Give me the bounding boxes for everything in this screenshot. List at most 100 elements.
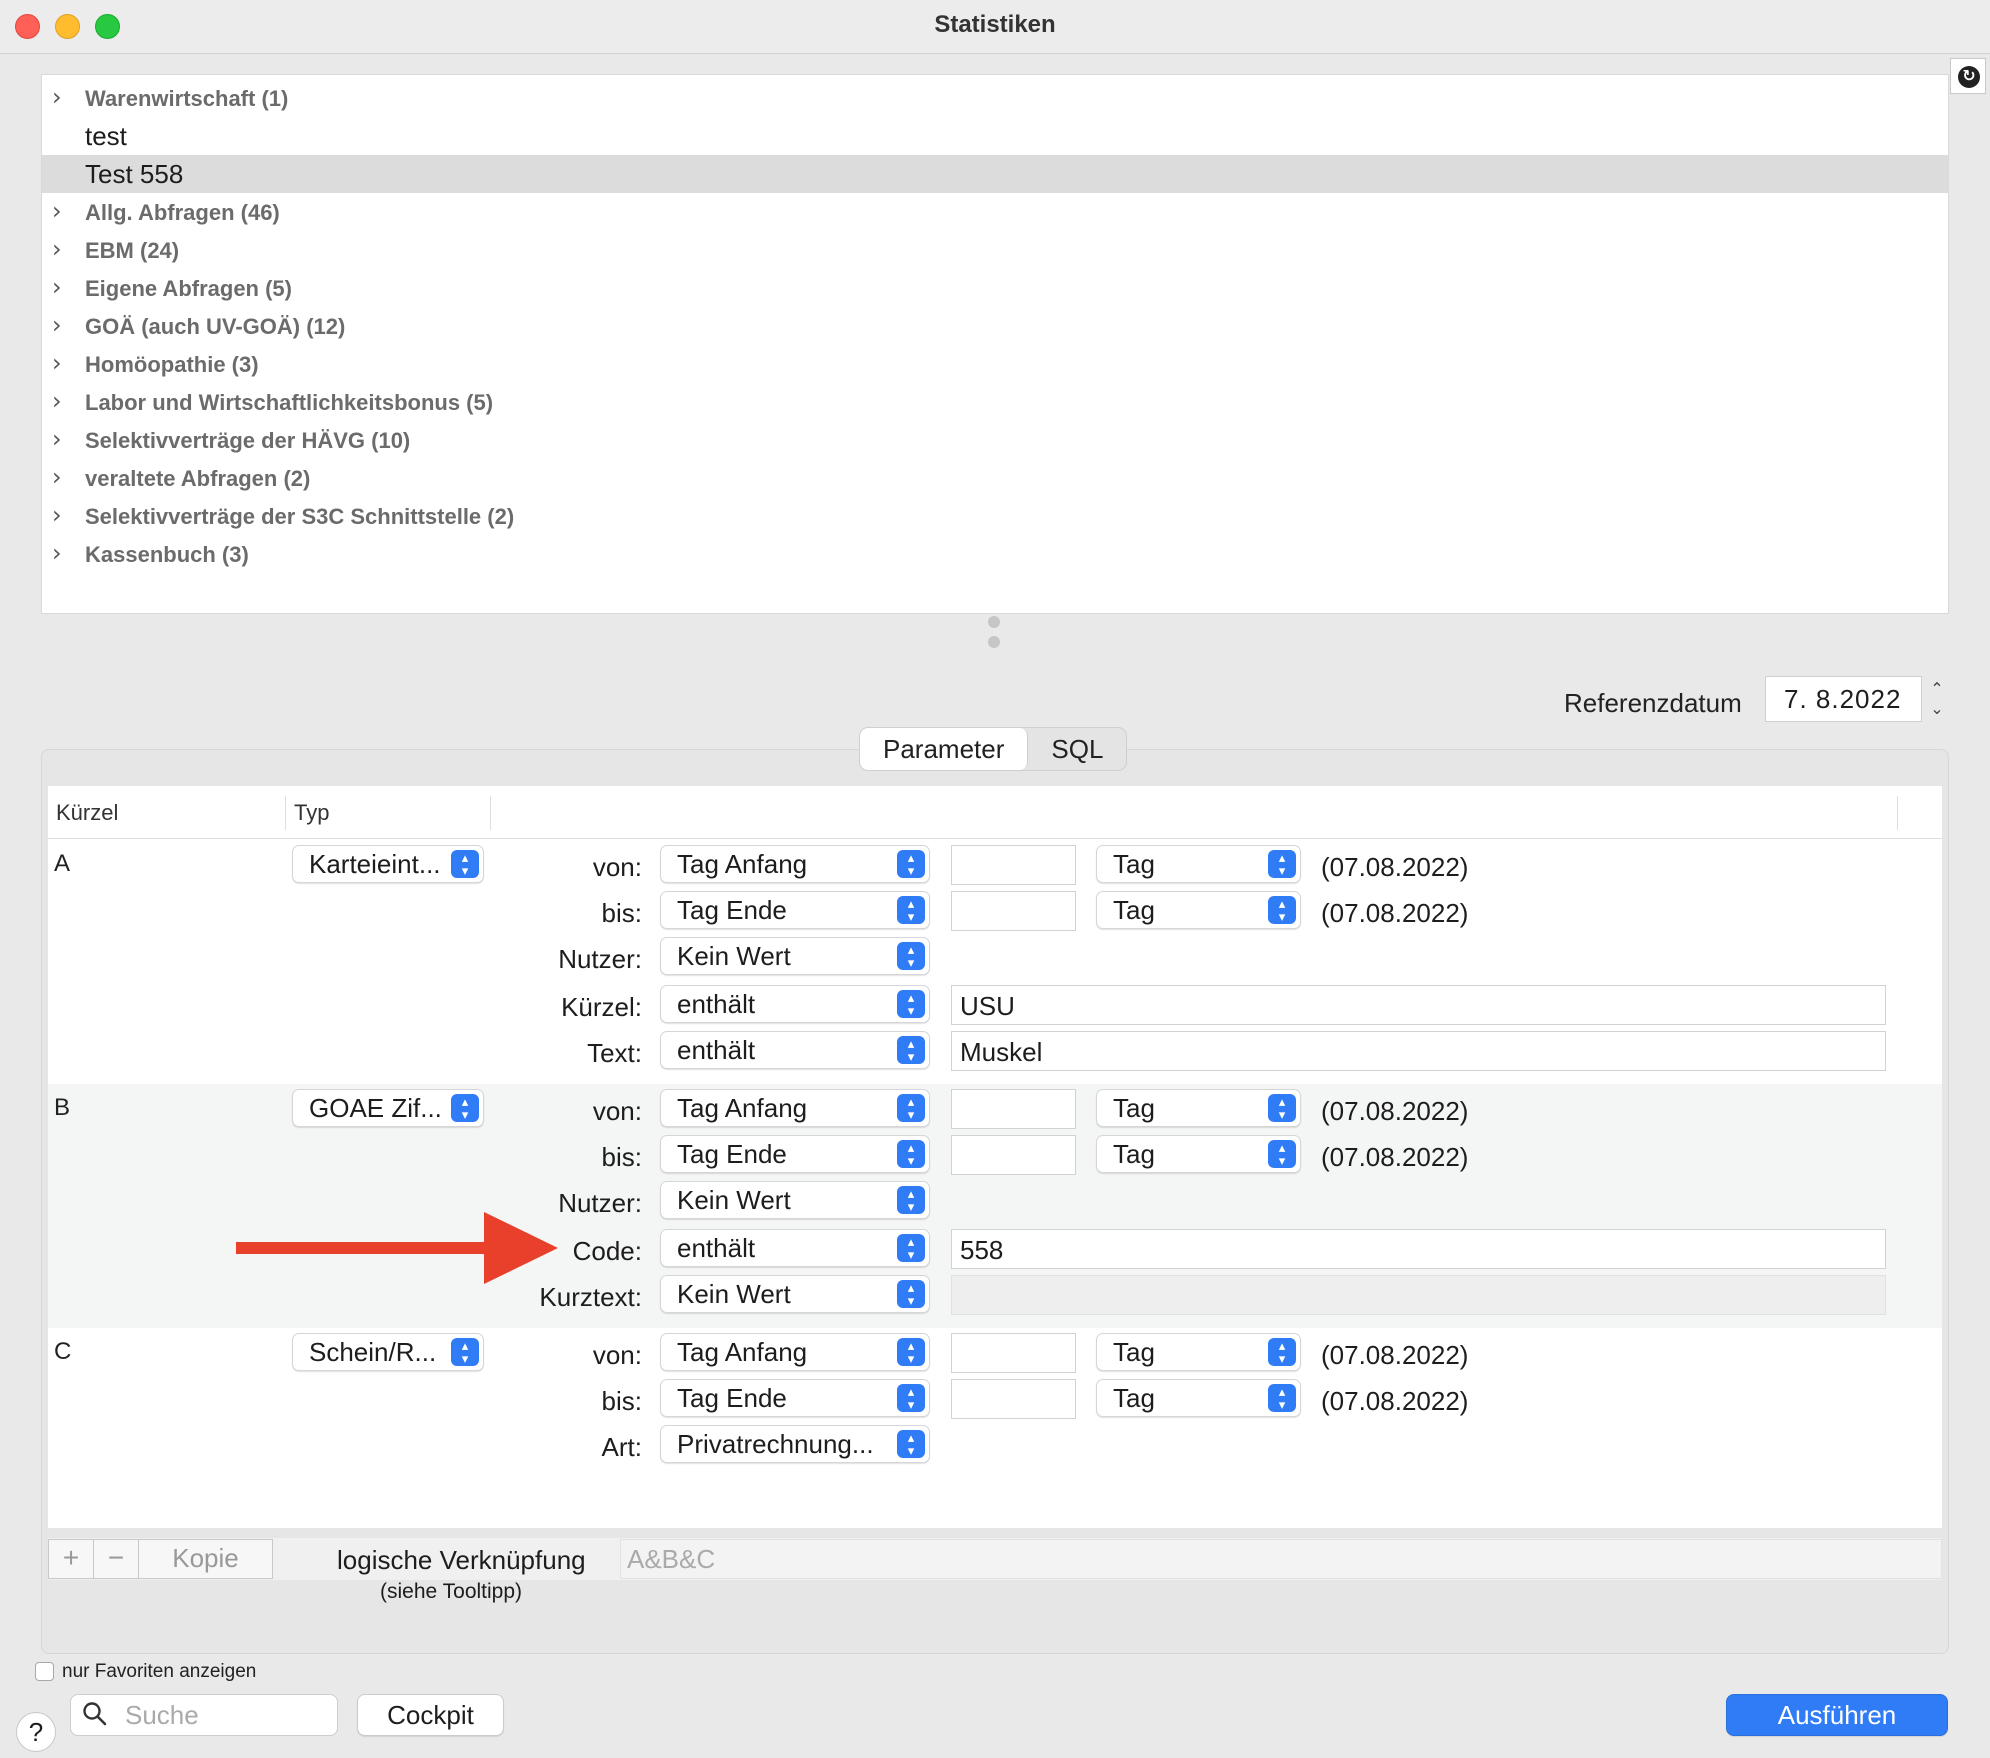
code-value-field[interactable]: 558: [951, 1229, 1886, 1269]
chevron-right-icon[interactable]: ›: [52, 387, 62, 415]
tab-parameter[interactable]: Parameter: [860, 728, 1029, 770]
unit-select[interactable]: Tag ▴ ▾: [1096, 845, 1301, 883]
tree-item-label: Labor und Wirtschaftlichkeitsbonus (5): [85, 390, 494, 415]
select-arrows-icon: ▴ ▾: [1268, 1338, 1296, 1366]
tree-item-warenwirtschaft[interactable]: › Warenwirtschaft (1): [42, 79, 1948, 117]
chevron-right-icon[interactable]: ›: [52, 273, 62, 301]
chevron-right-icon[interactable]: ›: [52, 539, 62, 567]
kurztext-operator-select[interactable]: Kein Wert ▴ ▾: [660, 1275, 930, 1313]
select-arrows-icon: ▴ ▾: [897, 1140, 925, 1168]
select-arrows-icon: ▴ ▾: [897, 896, 925, 924]
nutzer-select[interactable]: Kein Wert ▴ ▾: [660, 1181, 930, 1219]
tree-item-ebm[interactable]: › EBM (24): [42, 231, 1948, 269]
code-operator-select[interactable]: enthält ▴ ▾: [660, 1229, 930, 1267]
tree-item-veraltete[interactable]: › veraltete Abfragen (2): [42, 459, 1948, 497]
param-label: Kürzel:: [561, 992, 642, 1022]
offset-field[interactable]: [951, 1379, 1076, 1419]
column-header-typ[interactable]: Typ: [294, 800, 329, 826]
tree-item-haevg[interactable]: › Selektivverträge der HÄVG (10): [42, 421, 1948, 459]
offset-field[interactable]: [951, 891, 1076, 931]
unit-select[interactable]: Tag ▴ ▾: [1096, 891, 1301, 929]
splitter-handle[interactable]: [988, 636, 1000, 648]
tree-item-kassenbuch[interactable]: › Kassenbuch (3): [42, 535, 1948, 573]
chevron-right-icon[interactable]: ›: [52, 349, 62, 377]
offset-field[interactable]: [951, 1333, 1076, 1373]
resolved-date: (07.08.2022): [1321, 1142, 1469, 1172]
help-button[interactable]: ?: [16, 1712, 56, 1752]
param-label: von:: [592, 1096, 642, 1126]
tree-item-label: Allg. Abfragen (46): [85, 200, 280, 225]
chevron-right-icon[interactable]: ›: [52, 83, 62, 111]
chevron-right-icon[interactable]: ›: [52, 197, 62, 225]
tree-item-test[interactable]: test: [42, 117, 1948, 155]
kurztext-value-field: [951, 1275, 1886, 1315]
text-value-field[interactable]: Muskel: [951, 1031, 1886, 1071]
date-stepper[interactable]: ⌃ ⌄: [1924, 680, 1950, 724]
tree-item-label: EBM (24): [85, 238, 180, 263]
statistics-tree[interactable]: › Warenwirtschaft (1) test Test 558 › Al…: [41, 74, 1949, 614]
select-arrows-icon: ▴ ▾: [897, 1338, 925, 1366]
tree-item-label: Kassenbuch (3): [85, 542, 249, 567]
tree-item-eigene-abfragen[interactable]: › Eigene Abfragen (5): [42, 269, 1948, 307]
logic-label: logische Verknüpfung: [337, 1545, 586, 1575]
add-parameter-button[interactable]: +: [48, 1539, 94, 1579]
kuerzel-operator-select[interactable]: enthält ▴ ▾: [660, 985, 930, 1023]
tree-item-allg-abfragen[interactable]: › Allg. Abfragen (46): [42, 193, 1948, 231]
tab-sql[interactable]: SQL: [1028, 728, 1126, 770]
offset-field[interactable]: [951, 1089, 1076, 1129]
von-select[interactable]: Tag Anfang ▴ ▾: [660, 1333, 930, 1371]
unit-select[interactable]: Tag ▴ ▾: [1096, 1089, 1301, 1127]
run-button[interactable]: Ausführen: [1726, 1694, 1948, 1736]
text-operator-select[interactable]: enthält ▴ ▾: [660, 1031, 930, 1069]
tree-item-label: Selektivverträge der S3C Schnittstelle (…: [85, 504, 515, 529]
search-icon: [83, 1702, 107, 1726]
tree-item-test-558[interactable]: Test 558: [42, 155, 1948, 193]
select-arrows-icon: ▴ ▾: [897, 990, 925, 1018]
resolved-date: (07.08.2022): [1321, 852, 1469, 882]
select-arrows-icon: ▴ ▾: [897, 1094, 925, 1122]
refresh-button[interactable]: ↻: [1950, 58, 1986, 94]
group-key: C: [54, 1338, 72, 1365]
cockpit-button[interactable]: Cockpit: [357, 1694, 504, 1736]
annotation-arrow: [236, 1212, 558, 1284]
bis-select[interactable]: Tag Ende ▴ ▾: [660, 1135, 930, 1173]
refresh-icon: ↻: [1958, 66, 1980, 88]
favorites-checkbox[interactable]: [35, 1662, 54, 1681]
tree-item-s3c[interactable]: › Selektivverträge der S3C Schnittstelle…: [42, 497, 1948, 535]
tree-item-label: Test 558: [85, 159, 184, 189]
kuerzel-value-field[interactable]: USU: [951, 985, 1886, 1025]
search-input[interactable]: Suche: [70, 1694, 338, 1736]
chevron-right-icon[interactable]: ›: [52, 425, 62, 453]
bis-select[interactable]: Tag Ende ▴ ▾: [660, 891, 930, 929]
unit-select[interactable]: Tag ▴ ▾: [1096, 1135, 1301, 1173]
chevron-right-icon[interactable]: ›: [52, 501, 62, 529]
logic-expression-field[interactable]: A&B&C: [620, 1539, 1942, 1579]
copy-button[interactable]: Kopie: [138, 1539, 273, 1579]
param-label: Art:: [601, 1432, 642, 1462]
tree-item-label: Eigene Abfragen (5): [85, 276, 292, 301]
offset-field[interactable]: [951, 1135, 1076, 1175]
tree-item-goae[interactable]: › GOÄ (auch UV-GOÄ) (12): [42, 307, 1948, 345]
select-arrows-icon: ▴ ▾: [897, 1280, 925, 1308]
remove-parameter-button[interactable]: −: [93, 1539, 139, 1579]
chevron-right-icon[interactable]: ›: [52, 235, 62, 263]
von-select[interactable]: Tag Anfang ▴ ▾: [660, 1089, 930, 1127]
offset-field[interactable]: [951, 845, 1076, 885]
tree-item-homoeopathie[interactable]: › Homöopathie (3): [42, 345, 1948, 383]
chevron-right-icon[interactable]: ›: [52, 311, 62, 339]
chevron-right-icon[interactable]: ›: [52, 463, 62, 491]
unit-select[interactable]: Tag ▴ ▾: [1096, 1333, 1301, 1371]
bis-select[interactable]: Tag Ende ▴ ▾: [660, 1379, 930, 1417]
param-label: Text:: [587, 1038, 642, 1068]
tab-bar: Parameter SQL: [859, 727, 1128, 771]
art-select[interactable]: Privatrechnung... ▴ ▾: [660, 1425, 930, 1463]
splitter-handle[interactable]: [988, 616, 1000, 628]
nutzer-select[interactable]: Kein Wert ▴ ▾: [660, 937, 930, 975]
column-header-kuerzel[interactable]: Kürzel: [56, 800, 118, 826]
unit-select[interactable]: Tag ▴ ▾: [1096, 1379, 1301, 1417]
reference-date-field[interactable]: 7. 8.2022: [1765, 676, 1922, 722]
select-arrows-icon: ▴ ▾: [897, 1036, 925, 1064]
select-arrows-icon: ▴ ▾: [1268, 1140, 1296, 1168]
tree-item-labor[interactable]: › Labor und Wirtschaftlichkeitsbonus (5): [42, 383, 1948, 421]
von-select[interactable]: Tag Anfang ▴ ▾: [660, 845, 930, 883]
